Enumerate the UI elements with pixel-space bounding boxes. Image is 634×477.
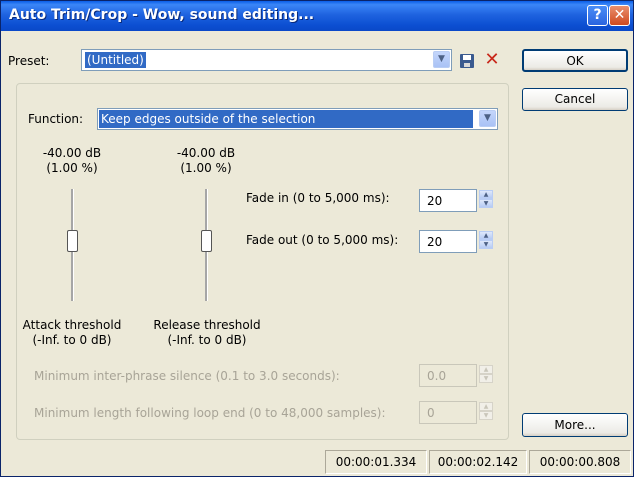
status-selection-length: 00:00:00.808 <box>529 450 631 474</box>
release-range-label: (-Inf. to 0 dB) <box>167 333 247 347</box>
title-bar[interactable]: Auto Trim/Crop - Wow, sound editing... ?… <box>1 1 633 31</box>
min-silence-value: 0.0 <box>427 369 447 383</box>
attack-db-value: -40.00 dB <box>42 146 102 160</box>
fade-in-label: Fade in (0 to 5,000 ms): <box>246 191 390 205</box>
min-length-value: 0 <box>427 406 435 420</box>
window-title: Auto Trim/Crop - Wow, sound editing... <box>9 7 315 23</box>
fade-out-label: Fade out (0 to 5,000 ms): <box>246 233 399 247</box>
min-silence-input[interactable]: 0.0 <box>419 364 477 387</box>
attack-percent-value: (1.00 %) <box>46 161 98 175</box>
fade-out-spinner[interactable]: ▲ ▼ <box>479 231 493 249</box>
min-length-input[interactable]: 0 <box>419 401 477 424</box>
fade-in-input[interactable]: 20 <box>419 189 477 212</box>
more-button[interactable]: More... <box>522 413 628 437</box>
attack-slider-thumb[interactable] <box>67 229 78 252</box>
status-selection-start: 00:00:01.334 <box>325 450 427 474</box>
spin-up-icon[interactable]: ▲ <box>479 365 493 374</box>
preset-value: (Untitled) <box>85 52 146 68</box>
min-length-spinner[interactable]: ▲ ▼ <box>479 402 493 420</box>
close-button[interactable]: ✕ <box>609 5 630 26</box>
min-length-label: Minimum length following loop end (0 to … <box>34 406 386 420</box>
spin-up-icon[interactable]: ▲ <box>479 190 493 199</box>
delete-icon[interactable]: ✕ <box>483 49 501 71</box>
fade-in-spinner[interactable]: ▲ ▼ <box>479 190 493 208</box>
spin-down-icon[interactable]: ▼ <box>479 411 493 420</box>
spin-down-icon[interactable]: ▼ <box>479 374 493 383</box>
release-percent-value: (1.00 %) <box>180 161 232 175</box>
spin-up-icon[interactable]: ▲ <box>479 231 493 240</box>
preset-label: Preset: <box>8 54 50 68</box>
spin-down-icon[interactable]: ▼ <box>479 199 493 208</box>
spin-down-icon[interactable]: ▼ <box>479 240 493 249</box>
help-button[interactable]: ? <box>587 5 608 26</box>
fade-in-value: 20 <box>427 194 443 208</box>
ok-button[interactable]: OK <box>522 49 628 72</box>
attack-range-label: (-Inf. to 0 dB) <box>32 333 112 347</box>
save-icon[interactable] <box>460 54 474 68</box>
chevron-down-icon[interactable]: ▼ <box>433 51 450 68</box>
min-silence-label: Minimum inter-phrase silence (0.1 to 3.0… <box>34 369 340 383</box>
fade-out-value: 20 <box>427 235 443 249</box>
status-selection-end: 00:00:02.142 <box>429 450 527 474</box>
dialog-window: Auto Trim/Crop - Wow, sound editing... ?… <box>0 0 634 477</box>
function-value: Keep edges outside of the selection <box>99 110 473 128</box>
chevron-down-icon[interactable]: ▼ <box>479 110 496 127</box>
release-slider-thumb[interactable] <box>201 229 212 252</box>
release-db-value: -40.00 dB <box>176 146 236 160</box>
min-silence-spinner[interactable]: ▲ ▼ <box>479 365 493 383</box>
function-combobox[interactable]: Keep edges outside of the selection ▼ <box>97 108 498 130</box>
release-threshold-label: Release threshold <box>153 318 261 332</box>
cancel-button[interactable]: Cancel <box>522 88 628 111</box>
spin-up-icon[interactable]: ▲ <box>479 402 493 411</box>
fade-out-input[interactable]: 20 <box>419 230 477 253</box>
preset-combobox[interactable]: (Untitled) ▼ <box>81 49 452 71</box>
function-label: Function: <box>28 112 84 126</box>
attack-threshold-label: Attack threshold <box>22 318 122 332</box>
